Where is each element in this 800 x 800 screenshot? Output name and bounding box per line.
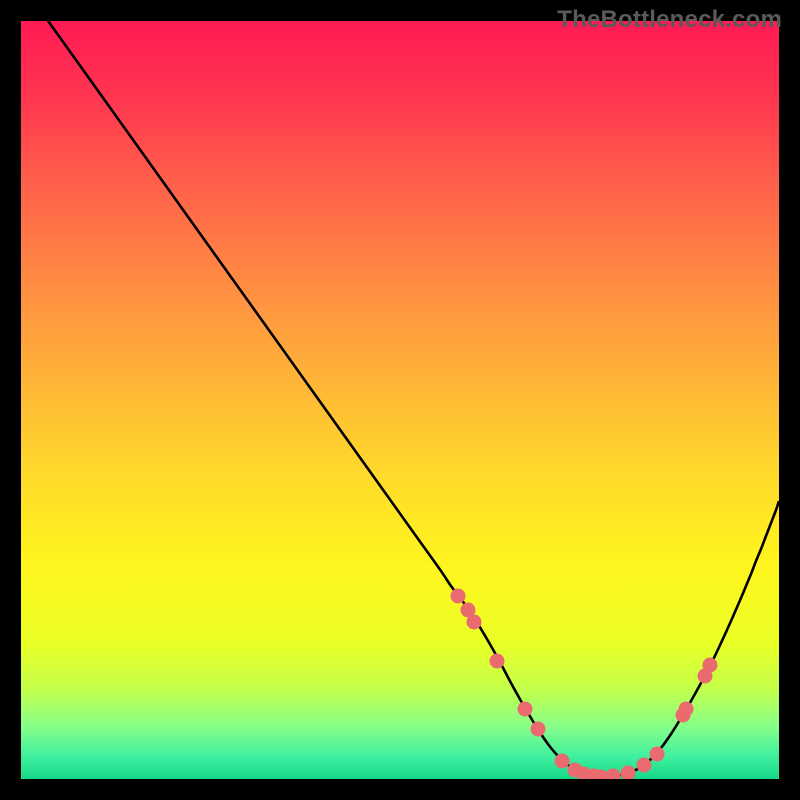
data-marker — [679, 702, 694, 717]
plot-area — [21, 21, 779, 779]
data-marker — [555, 754, 570, 769]
data-marker — [703, 658, 718, 673]
data-marker — [490, 654, 505, 669]
watermark-text: TheBottleneck.com — [557, 6, 782, 34]
bottleneck-curve — [41, 21, 779, 776]
data-marker — [637, 758, 652, 773]
data-marker — [467, 615, 482, 630]
chart-container: TheBottleneck.com — [0, 0, 800, 800]
data-marker — [531, 722, 546, 737]
curve-layer — [21, 21, 779, 779]
data-marker — [451, 589, 466, 604]
data-marker — [621, 766, 636, 780]
data-markers — [451, 589, 718, 780]
data-marker — [650, 747, 665, 762]
data-marker — [518, 702, 533, 717]
data-marker — [606, 769, 621, 780]
